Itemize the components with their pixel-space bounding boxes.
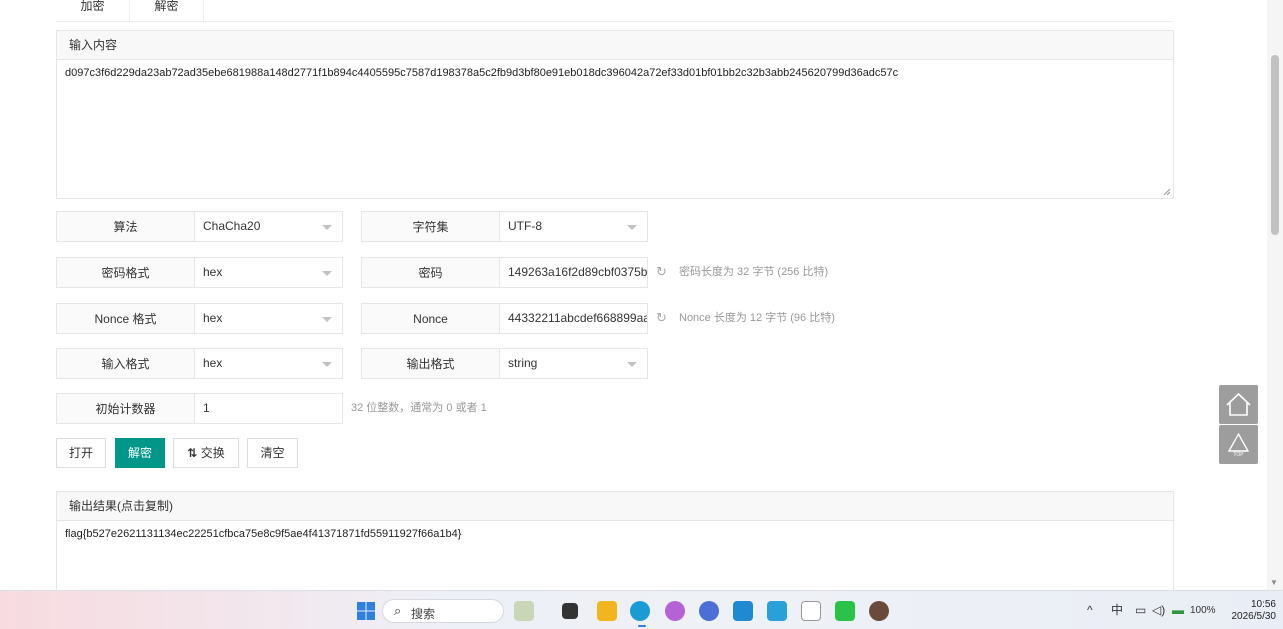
edge-browser-icon[interactable]	[630, 601, 650, 621]
home-icon	[1226, 392, 1251, 416]
refresh-nonce-icon[interactable]: ↻	[656, 303, 670, 334]
chevron-up-icon[interactable]: ^	[1087, 591, 1093, 629]
vscode-icon[interactable]	[733, 601, 753, 621]
key-input[interactable]: 149263a16f2d89cbf0375b1c	[500, 257, 648, 288]
input-format-select[interactable]: hex	[195, 348, 343, 379]
chevron-down-icon	[322, 362, 332, 367]
open-button[interactable]: 打开	[56, 438, 106, 468]
typora-icon[interactable]	[801, 601, 821, 621]
back-to-top-button[interactable]: TOP	[1219, 425, 1258, 464]
swap-button[interactable]: ⇅ 交换	[173, 438, 239, 468]
nonce-label: Nonce	[361, 303, 500, 334]
tab-bar: 加密 解密	[56, 0, 1173, 22]
input-format-label: 输入格式	[56, 348, 195, 379]
battery-percent: 100%	[1190, 605, 1216, 616]
output-format-label: 输出格式	[361, 348, 500, 379]
battery-icon: ▬	[1172, 603, 1184, 617]
chevron-down-icon	[322, 225, 332, 230]
charset-select[interactable]: UTF-8	[500, 211, 648, 242]
svg-text:TOP: TOP	[1233, 452, 1244, 458]
charset-label: 字符集	[361, 211, 500, 242]
taskbar-search-label: 搜索	[411, 607, 436, 621]
chevron-down-icon	[627, 225, 637, 230]
network-icon[interactable]: ▭	[1135, 591, 1146, 629]
output-panel: 输出结果(点击复制) flag{b527e2621131134ec22251cf…	[56, 491, 1174, 601]
tab-encrypt[interactable]: 加密	[56, 0, 130, 22]
home-button[interactable]	[1219, 385, 1258, 424]
search-icon: ⌕	[394, 603, 402, 618]
app-chat-icon[interactable]	[699, 601, 719, 621]
key-hint: 密码长度为 32 字节 (256 比特)	[679, 266, 829, 278]
key-format-select[interactable]: hex	[195, 257, 343, 288]
clock[interactable]: 10:56 2026/5/30	[1222, 599, 1277, 623]
key-label: 密码	[361, 257, 500, 288]
input-format-value: hex	[203, 356, 223, 370]
counter-label: 初始计数器	[56, 393, 195, 424]
charset-value: UTF-8	[508, 219, 542, 233]
scrollbar-thumb[interactable]	[1271, 55, 1279, 235]
top-arrow-icon: TOP	[1227, 432, 1250, 458]
nonce-format-value: hex	[203, 311, 223, 325]
input-textarea[interactable]: d097c3f6d229da23ab72ad35ebe681988a148d27…	[57, 60, 1173, 86]
swap-icon: ⇅	[187, 446, 198, 460]
wechat-icon[interactable]	[835, 601, 855, 621]
taskbar-search[interactable]: ⌕ 搜索	[382, 599, 504, 623]
output-panel-title: 输出结果(点击复制)	[57, 492, 1173, 521]
clock-date: 2026/5/30	[1231, 611, 1277, 622]
output-result[interactable]: flag{b527e2621131134ec22251cfbca75e8c9f5…	[57, 521, 1173, 547]
decrypt-button[interactable]: 解密	[115, 438, 165, 468]
input-panel: 输入内容 d097c3f6d229da23ab72ad35ebe681988a1…	[56, 30, 1174, 199]
nonce-format-label: Nonce 格式	[56, 303, 195, 334]
output-format-select[interactable]: string	[500, 348, 648, 379]
app-window-icon[interactable]	[767, 601, 787, 621]
algorithm-label: 算法	[56, 211, 195, 242]
key-format-label: 密码格式	[56, 257, 195, 288]
input-panel-title: 输入内容	[57, 31, 1173, 60]
clear-button[interactable]: 清空	[247, 438, 298, 468]
taskbar: ⌕ 搜索 ^ 中 ▭ ◁) ▬ 100% 10:56 2026/5/30	[0, 590, 1283, 629]
ime-indicator[interactable]: 中	[1111, 591, 1123, 629]
windows-start-icon[interactable]	[356, 601, 376, 621]
running-indicator	[638, 625, 646, 627]
key-format-value: hex	[203, 265, 223, 279]
nonce-format-select[interactable]: hex	[195, 303, 343, 334]
chevron-down-icon	[322, 271, 332, 276]
nonce-input[interactable]: 44332211abcdef668899aa55	[500, 303, 648, 334]
task-view-icon[interactable]	[562, 603, 578, 619]
output-format-value: string	[508, 356, 538, 370]
tab-decrypt[interactable]: 解密	[130, 0, 204, 22]
algorithm-select[interactable]: ChaCha20	[195, 211, 343, 242]
chevron-down-icon	[627, 362, 637, 367]
nonce-hint: Nonce 长度为 12 字节 (96 比特)	[679, 312, 835, 324]
widgets-icon[interactable]	[514, 601, 534, 621]
refresh-key-icon[interactable]: ↻	[656, 257, 670, 288]
swap-label: 交换	[200, 446, 225, 460]
scroll-down-icon[interactable]: ▼	[1270, 578, 1278, 587]
algorithm-value: ChaCha20	[203, 219, 261, 233]
avatar-app-icon[interactable]	[869, 601, 889, 621]
volume-icon[interactable]: ◁)	[1152, 591, 1165, 629]
file-explorer-icon[interactable]	[597, 601, 617, 621]
app-cat-icon[interactable]	[665, 601, 685, 621]
counter-input[interactable]: 1	[195, 393, 343, 424]
resize-handle-icon[interactable]	[1163, 188, 1171, 196]
clock-time: 10:56	[1250, 599, 1276, 610]
counter-hint: 32 位整数，通常为 0 或者 1	[351, 402, 487, 414]
chevron-down-icon	[322, 317, 332, 322]
